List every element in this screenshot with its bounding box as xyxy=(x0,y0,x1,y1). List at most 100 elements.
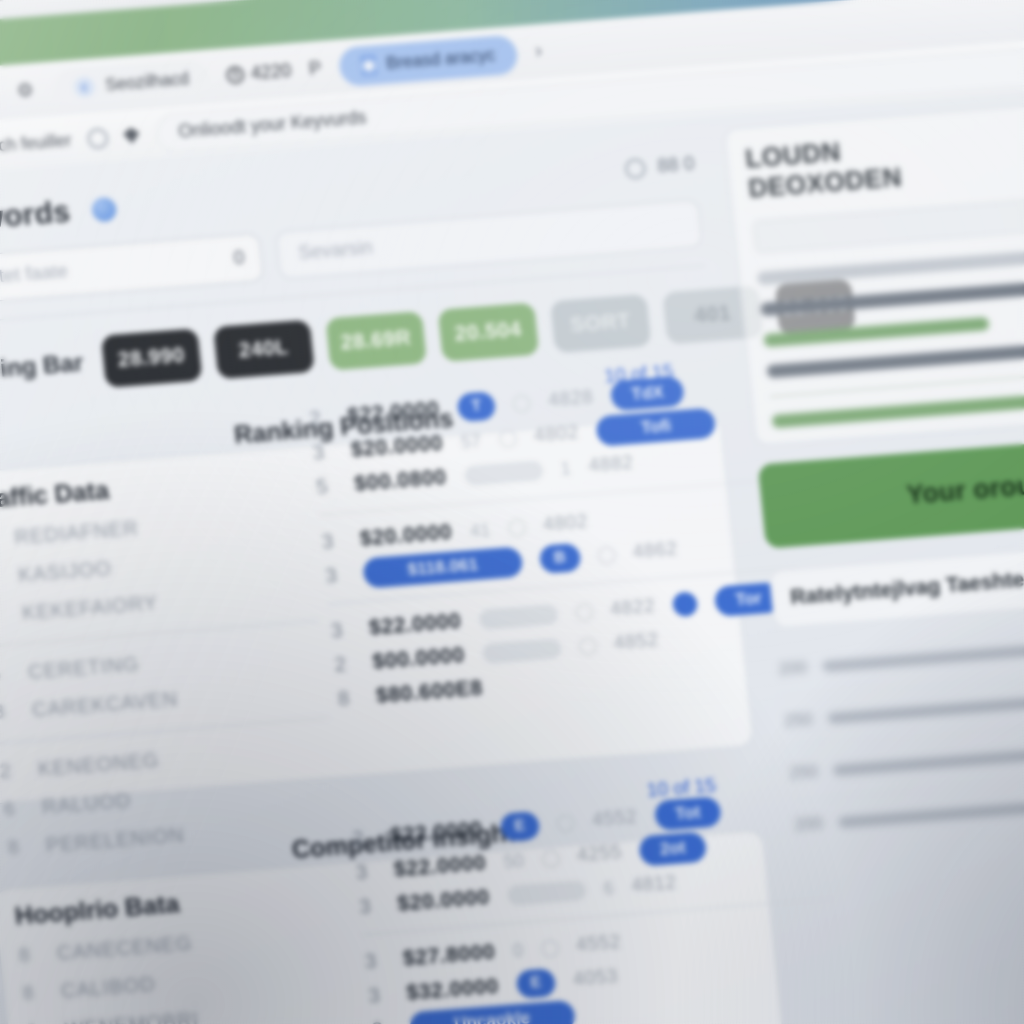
list-item-number: 200 xyxy=(793,813,825,835)
monitor-screen: Seatocd Feohga Limlales Enliaogel Sesour… xyxy=(0,0,1024,1024)
row-side-pill[interactable]: TdX xyxy=(609,375,686,412)
keywords-count-value: 88 0 xyxy=(656,153,696,178)
menu-item-1[interactable]: Feohga xyxy=(42,0,100,1)
value-index: 2 xyxy=(308,407,322,431)
row-index: 8 xyxy=(21,982,35,1005)
row-toggle-icon[interactable] xyxy=(540,939,560,958)
pin-icon[interactable] xyxy=(123,127,141,144)
side-panel: LOUDN DEOXODEN xyxy=(723,94,1024,447)
value-index: 3 xyxy=(354,861,369,884)
row-toggle-icon[interactable] xyxy=(512,394,532,413)
row-action-pill[interactable]: E xyxy=(499,811,541,843)
ranking-chip-3-sort[interactable]: SORT xyxy=(549,293,652,354)
row-status-dot[interactable] xyxy=(672,591,699,618)
value-index: 3 xyxy=(367,984,381,1007)
row-action-pill[interactable]: T xyxy=(456,391,497,423)
toolbar-letter: P xyxy=(308,57,323,79)
value-amount: $20.0000 xyxy=(358,520,454,551)
row-index: 8 xyxy=(26,1020,50,1024)
value-index: 8 xyxy=(337,687,351,710)
row-index: 8 xyxy=(6,836,20,859)
value-index: 2 xyxy=(333,653,347,676)
globe-icon: ◉ xyxy=(360,54,378,76)
value-code: 4862 xyxy=(631,538,679,563)
value-placeholder-bar xyxy=(481,638,562,665)
coin-icon: $ xyxy=(226,65,245,85)
traffic-data-card: Traffic Data 2 REDIAFNER 8 KASIJOO 8 KE xyxy=(0,375,800,859)
value-amount: $20.0000 xyxy=(396,885,491,916)
browser-tab[interactable]: c Seozilhacd xyxy=(52,58,211,108)
row-index: 6 xyxy=(0,663,13,687)
ranking-values-column: 2 $22.0000 T 4828 TdX 3 $20.0000 57 4802… xyxy=(308,366,811,716)
ranking-chip-2[interactable]: 28.69R xyxy=(325,311,427,371)
row-toggle-icon[interactable] xyxy=(541,849,560,868)
row-toggle-icon[interactable] xyxy=(596,545,616,565)
row-name: KASIJOO xyxy=(17,557,113,587)
value-faint: 1 xyxy=(559,457,572,479)
row-name: REDIAFNER xyxy=(13,516,140,549)
row-name: CANECENEG xyxy=(55,931,194,965)
row-side-pill[interactable]: 2ot xyxy=(638,831,708,867)
ranking-bar-label: Ranhing Bar xyxy=(0,349,85,388)
side-panel-line-0 xyxy=(760,275,1024,316)
value-faint: 57 xyxy=(459,430,482,452)
menu-item-0[interactable]: Seatocd xyxy=(0,0,4,9)
value-code: 4053 xyxy=(572,966,620,991)
value-code: 4255 xyxy=(576,841,623,867)
value-faint: 6 xyxy=(602,877,615,899)
value-index: 3 xyxy=(330,619,344,642)
row-name: CAREKCAVEN xyxy=(31,688,179,722)
value-code: 4828 xyxy=(547,386,595,412)
circle-icon[interactable] xyxy=(86,127,109,149)
ranking-chip-1[interactable]: 240L xyxy=(212,319,315,380)
page-title: Keywords xyxy=(0,195,72,240)
keywords-count: 88 0 xyxy=(624,153,696,180)
search-input[interactable]: Jetet faate 0 xyxy=(0,232,264,307)
value-faint: 41 xyxy=(468,519,492,541)
active-browser-tab[interactable]: ◉ Breasd aracyc xyxy=(337,33,520,88)
row-action-pill[interactable]: B xyxy=(538,542,582,574)
primary-cta-button[interactable]: Your oroucp xyxy=(757,430,1024,549)
row-toggle-icon[interactable] xyxy=(498,429,517,448)
row-toggle-icon[interactable] xyxy=(507,518,527,537)
row-index: 8 xyxy=(0,702,6,724)
row-name: WENEMOBRI xyxy=(64,1008,200,1024)
search-tail-value: 0 xyxy=(232,247,246,270)
value-index: 3 xyxy=(320,530,335,553)
competitor-values-column: 2 $22.0000 E 4552 Tot 3 $22.0000 50 4255… xyxy=(351,786,845,1024)
value-amount: $22.0000 xyxy=(368,609,463,640)
side-panel-placeholder-line xyxy=(757,249,1024,285)
ranking-chip-3[interactable]: 20.504 xyxy=(437,302,539,362)
value-amount: $20.0000 xyxy=(349,431,445,462)
settings-icon[interactable]: ⚙ xyxy=(13,79,37,103)
side-panel-pill-box[interactable]: Ratelytntejlvag Taeshtes xyxy=(768,535,1024,629)
row-name: PERELENION xyxy=(44,823,186,857)
side-panel-mini-list: 200 250 250 200 xyxy=(776,609,1024,853)
value-code: 4552 xyxy=(575,931,623,957)
row-side-pill[interactable]: Tot xyxy=(653,796,723,832)
tab-favicon-icon: c xyxy=(73,75,96,98)
active-tab-title: Breasd aracyc xyxy=(385,45,497,73)
row-toggle-icon[interactable] xyxy=(578,636,597,656)
row-toggle-icon[interactable] xyxy=(556,813,576,833)
value-code: 4882 xyxy=(587,452,635,477)
keyword-badge-icon xyxy=(90,196,118,223)
row-index: 8 xyxy=(0,604,7,628)
ranking-chip-0[interactable]: 28.990 xyxy=(100,328,203,388)
traffic-rows: 2 REDIAFNER 8 KASIJOO 8 KEKEFAIORY xyxy=(0,496,341,867)
value-code: 4802 xyxy=(533,422,580,447)
value-index: 3 xyxy=(358,895,372,918)
chevron-right-icon[interactable]: › xyxy=(534,40,543,64)
value-index: 2 xyxy=(351,827,365,850)
row-index: 2 xyxy=(0,761,12,783)
radio-unchecked-icon[interactable] xyxy=(624,157,647,180)
row-toggle-icon[interactable] xyxy=(574,602,594,622)
main-column: Keywords 88 0 Jetet faate 0 Sevarsin Ran… xyxy=(0,115,872,1024)
side-panel-line-2 xyxy=(766,344,1024,378)
value-index: 3 xyxy=(324,564,338,587)
list-item-number: 250 xyxy=(782,709,814,731)
value-amount: $22.0000 xyxy=(392,851,488,882)
value-code: 4812 xyxy=(630,872,678,897)
row-action-pill[interactable]: E xyxy=(515,968,557,999)
value-index: 3 xyxy=(363,950,378,973)
